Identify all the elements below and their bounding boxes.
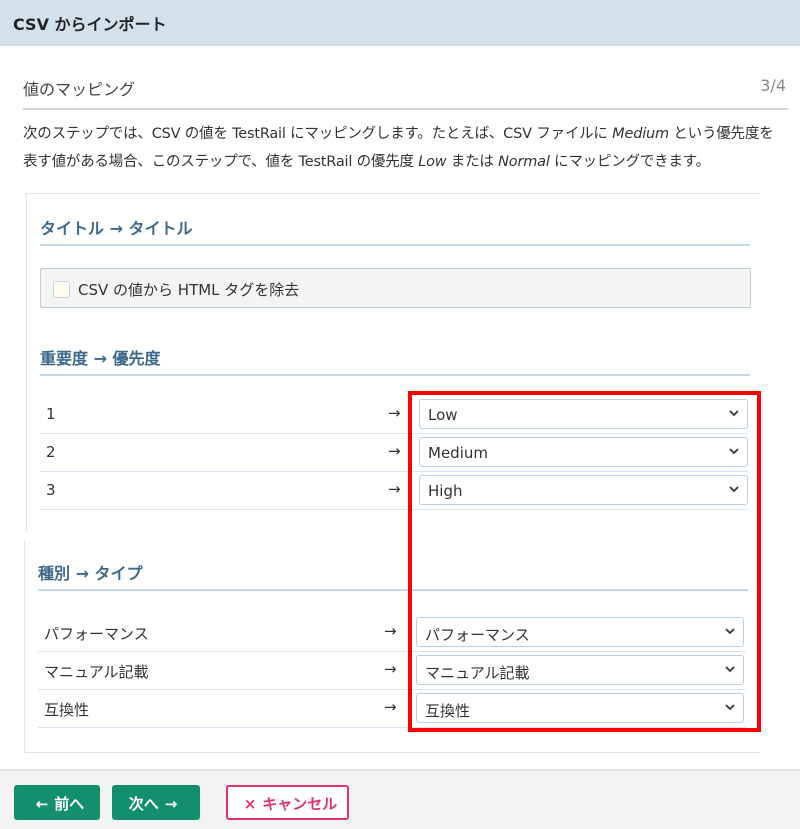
- arrow-icon: →: [384, 698, 397, 716]
- highlight-box: [408, 391, 761, 732]
- dialog-title: CSV からインポート: [0, 0, 800, 46]
- dialog-footer: ← 前へ 次へ → × キャンセル: [0, 769, 800, 829]
- group-title-title: タイトル → タイトル: [40, 206, 750, 246]
- arrow-icon: →: [388, 404, 401, 422]
- arrow-left-icon: ←: [35, 795, 49, 813]
- panel-border: [24, 541, 25, 753]
- arrow-icon: →: [388, 480, 401, 498]
- step-indicator: 3/4: [760, 76, 786, 95]
- arrow-icon: →: [388, 442, 401, 460]
- group-title-priority: 重要度 → 優先度: [40, 336, 750, 376]
- arrow-icon: →: [384, 622, 397, 640]
- step-title: 値のマッピング: [23, 80, 136, 99]
- step-header: 値のマッピング 3/4: [23, 70, 788, 110]
- cancel-button[interactable]: × キャンセル: [226, 785, 349, 820]
- strip-html-option[interactable]: CSV の値から HTML タグを除去: [40, 268, 751, 308]
- step-description: 次のステップでは、CSV の値を TestRail にマッピングします。たとえば…: [23, 126, 774, 170]
- strip-html-checkbox[interactable]: [53, 281, 70, 298]
- previous-button[interactable]: ← 前へ: [14, 785, 100, 820]
- source-value: マニュアル記載: [44, 663, 149, 681]
- source-value: 3: [46, 481, 56, 499]
- source-value: 互換性: [44, 701, 90, 719]
- source-value: 1: [46, 405, 56, 423]
- close-icon: ×: [243, 795, 257, 813]
- source-value: パフォーマンス: [44, 625, 149, 643]
- next-button[interactable]: 次へ →: [112, 785, 200, 820]
- arrow-right-icon: →: [164, 795, 178, 813]
- arrow-icon: →: [384, 660, 397, 678]
- strip-html-label[interactable]: CSV の値から HTML タグを除去: [78, 279, 299, 300]
- panel-border: [26, 193, 27, 531]
- source-value: 2: [46, 443, 56, 461]
